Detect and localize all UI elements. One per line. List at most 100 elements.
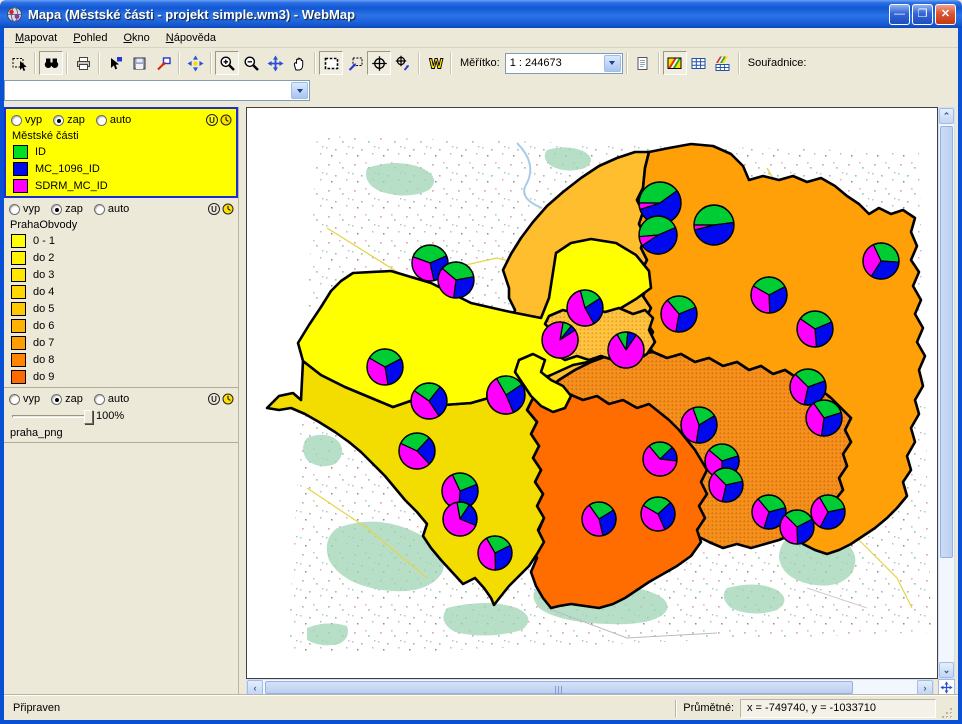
district-pie-chart bbox=[806, 400, 842, 436]
opacity-slider[interactable] bbox=[12, 415, 90, 418]
layer-clock-icon[interactable] bbox=[222, 203, 234, 215]
hand-icon bbox=[291, 55, 308, 72]
map-viewport[interactable] bbox=[246, 107, 938, 679]
radio-auto[interactable]: auto bbox=[94, 393, 129, 405]
scroll-down-button[interactable]: ⌄ bbox=[939, 662, 954, 678]
scroll-up-button[interactable]: ⌃ bbox=[939, 108, 954, 124]
menu-mapovat[interactable]: Mapovat bbox=[8, 30, 64, 46]
layer-update-icon[interactable]: U bbox=[208, 393, 220, 405]
measure-w-button[interactable]: W bbox=[423, 51, 447, 75]
radio-zap[interactable]: zap bbox=[51, 393, 83, 405]
map-vertical-scrollbar[interactable]: ⌃ ⌄ bbox=[938, 107, 955, 679]
radio-dot bbox=[51, 204, 62, 215]
find-button[interactable] bbox=[39, 51, 63, 75]
maximize-button[interactable]: ❐ bbox=[912, 4, 933, 25]
layer-update-icon[interactable]: U bbox=[208, 203, 220, 215]
radio-auto[interactable]: auto bbox=[96, 114, 131, 126]
minimize-button[interactable]: — bbox=[889, 4, 910, 25]
pan-button[interactable] bbox=[263, 51, 287, 75]
address-combobox[interactable] bbox=[4, 80, 310, 101]
zoom-out-button[interactable] bbox=[239, 51, 263, 75]
layer-box-2: vypzapautoUPrahaObvody0 - 1do 2do 3do 4d… bbox=[4, 198, 238, 388]
legend-item: 0 - 1 bbox=[9, 232, 234, 249]
horizontal-scroll-thumb[interactable] bbox=[265, 681, 853, 694]
radio-dot bbox=[94, 394, 105, 405]
radio-label: zap bbox=[65, 203, 83, 215]
vertical-scroll-thumb[interactable] bbox=[940, 126, 953, 558]
radio-auto[interactable]: auto bbox=[94, 203, 129, 215]
toolbar-separator bbox=[658, 52, 660, 74]
pointer-info-icon bbox=[107, 55, 124, 72]
opacity-slider-handle[interactable] bbox=[84, 410, 93, 424]
full-extent-button[interactable] bbox=[183, 51, 207, 75]
zoom-selection-button[interactable] bbox=[343, 51, 367, 75]
center-button[interactable] bbox=[367, 51, 391, 75]
radio-vyp[interactable]: vyp bbox=[9, 203, 40, 215]
layer-clock-icon[interactable] bbox=[222, 393, 234, 405]
district-pie-chart bbox=[780, 510, 814, 544]
district-pie-chart bbox=[478, 536, 512, 570]
legend-table-icon bbox=[714, 55, 731, 72]
zoom-in-button[interactable] bbox=[215, 51, 239, 75]
select-region-button[interactable] bbox=[7, 51, 31, 75]
district-pie-chart bbox=[367, 349, 403, 385]
previous-view-button[interactable] bbox=[151, 51, 175, 75]
legend-label: do 7 bbox=[33, 337, 54, 349]
menu-napoveda[interactable]: Nápověda bbox=[159, 30, 223, 46]
legend-label: do 6 bbox=[33, 320, 54, 332]
district-pie-chart bbox=[639, 216, 677, 254]
scroll-right-button[interactable]: › bbox=[917, 680, 933, 695]
menu-pohled[interactable]: Pohled bbox=[66, 30, 114, 46]
center-selection-button[interactable] bbox=[391, 51, 415, 75]
layer-visibility-radios: vyp zap auto U bbox=[9, 201, 234, 217]
district-pie-chart bbox=[411, 383, 447, 419]
legend-label: do 9 bbox=[33, 371, 54, 383]
map-canvas[interactable] bbox=[247, 108, 937, 678]
scale-combobox[interactable]: 1 : 244673 bbox=[505, 53, 623, 74]
print-button[interactable] bbox=[71, 51, 95, 75]
legend-label: ID bbox=[35, 146, 46, 158]
webmap-window: Mapa (Městské části - projekt simple.wm3… bbox=[0, 0, 962, 724]
radio-label: zap bbox=[67, 114, 85, 126]
toolbar-separator bbox=[418, 52, 420, 74]
scroll-left-button[interactable]: ‹ bbox=[247, 680, 263, 695]
save-view-button[interactable] bbox=[127, 51, 151, 75]
legend-table-button[interactable] bbox=[711, 51, 735, 75]
page-setup-button[interactable] bbox=[631, 51, 655, 75]
radio-zap[interactable]: zap bbox=[53, 114, 85, 126]
legend-label: MC_1096_ID bbox=[35, 163, 100, 175]
legend-label: do 8 bbox=[33, 354, 54, 366]
layer-title[interactable]: PrahaObvody bbox=[9, 217, 234, 232]
legend-swatch bbox=[13, 179, 28, 193]
scale-dropdown-button[interactable] bbox=[604, 55, 621, 72]
status-text: Připraven bbox=[8, 702, 669, 714]
map-horizontal-scrollbar[interactable]: ‹ › bbox=[246, 679, 934, 696]
measure-w-icon: W bbox=[427, 55, 444, 72]
resize-grip[interactable] bbox=[940, 706, 954, 720]
toolbar-separator bbox=[450, 52, 452, 74]
close-button[interactable]: ✕ bbox=[935, 4, 956, 25]
radio-vyp[interactable]: vyp bbox=[11, 114, 42, 126]
menu-okno[interactable]: Okno bbox=[116, 30, 156, 46]
layer-title[interactable]: praha_png bbox=[9, 425, 234, 440]
address-dropdown-button[interactable] bbox=[291, 82, 308, 99]
attribute-table-button[interactable] bbox=[687, 51, 711, 75]
radio-vyp[interactable]: vyp bbox=[9, 393, 40, 405]
pointer-info-button[interactable] bbox=[103, 51, 127, 75]
district-pie-chart bbox=[608, 332, 644, 368]
thumb-grip bbox=[555, 686, 563, 695]
radio-zap[interactable]: zap bbox=[51, 203, 83, 215]
district-pie-chart bbox=[709, 468, 743, 502]
menu-bar: MapovatPohledOknoNápověda bbox=[4, 28, 958, 48]
radio-label: auto bbox=[108, 203, 129, 215]
district-pie-chart bbox=[641, 497, 675, 531]
layer-title[interactable]: Městské části bbox=[11, 128, 232, 143]
layer-update-icon[interactable]: U bbox=[206, 114, 218, 126]
radio-dot bbox=[9, 204, 20, 215]
pan-corner-button[interactable] bbox=[938, 679, 955, 696]
legend-button[interactable] bbox=[663, 51, 687, 75]
layer-clock-icon[interactable] bbox=[220, 114, 232, 126]
hand-button[interactable] bbox=[287, 51, 311, 75]
zoom-window-button[interactable] bbox=[319, 51, 343, 75]
opacity-slider-row: 100% bbox=[9, 407, 234, 425]
